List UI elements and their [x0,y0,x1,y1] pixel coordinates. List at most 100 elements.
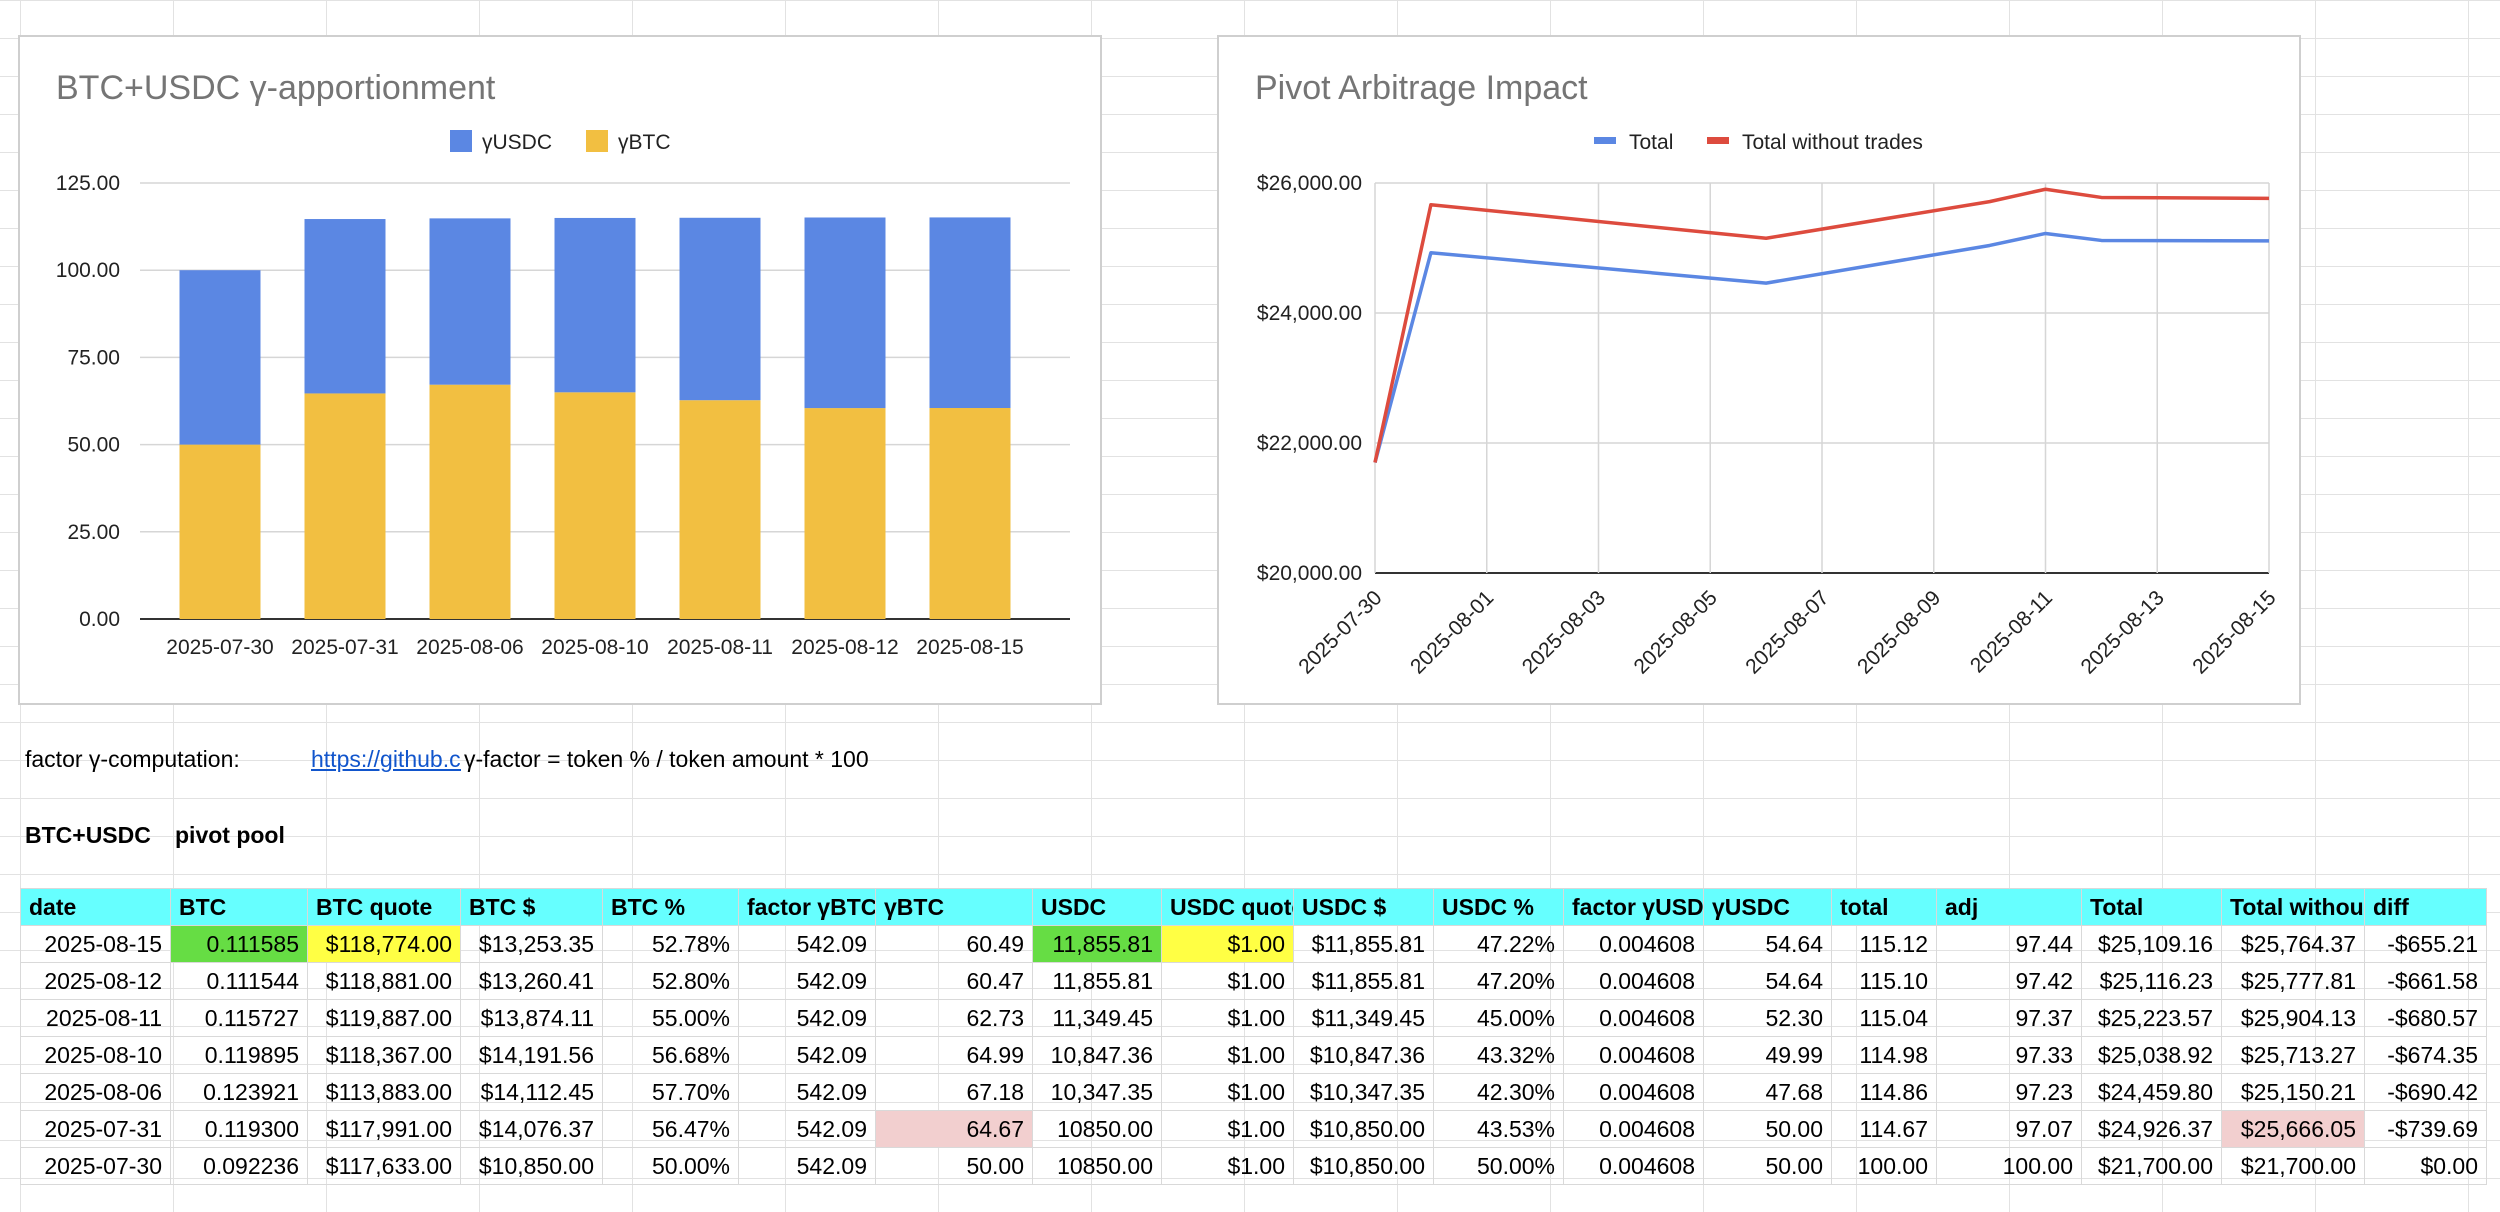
table-cell[interactable]: 542.09 [738,999,876,1037]
table-cell[interactable]: $10,347.35 [1293,1073,1434,1111]
column-header[interactable]: factor γBTC [738,888,876,926]
line-chart[interactable]: Pivot Arbitrage Impact Total Total witho… [1217,35,2301,705]
table-cell[interactable]: 50.00 [1703,1110,1832,1148]
table-cell[interactable]: $117,991.00 [307,1110,461,1148]
table-cell[interactable]: 2025-08-06 [20,1073,171,1111]
table-cell[interactable]: 0.004608 [1563,1073,1704,1111]
table-cell[interactable]: $25,777.81 [2221,962,2365,1000]
table-cell[interactable]: -$674.35 [2364,1036,2487,1074]
table-cell[interactable]: 56.68% [602,1036,739,1074]
table-cell[interactable]: 64.99 [875,1036,1033,1074]
bar-segment-gbtc[interactable] [804,408,886,619]
column-header[interactable]: γBTC [875,888,1033,926]
table-cell[interactable]: $25,666.05 [2221,1110,2365,1148]
column-header[interactable]: factor γUSDC [1563,888,1704,926]
table-cell[interactable]: 47.20% [1433,962,1564,1000]
table-cell[interactable]: $1.00 [1161,962,1294,1000]
column-header[interactable]: diff [2364,888,2487,926]
table-cell[interactable]: 0.111544 [170,962,308,1000]
table-cell[interactable]: 97.07 [1936,1110,2082,1148]
column-header[interactable]: total [1831,888,1937,926]
table-cell[interactable]: $25,109.16 [2081,925,2222,963]
table-cell[interactable]: 50.00 [875,1147,1033,1185]
table-cell[interactable]: $25,764.37 [2221,925,2365,963]
table-cell[interactable]: $117,633.00 [307,1147,461,1185]
column-header[interactable]: BTC $ [460,888,603,926]
table-cell[interactable]: 542.09 [738,1036,876,1074]
table-cell[interactable]: 10,847.36 [1032,1036,1162,1074]
column-header[interactable]: date [20,888,171,926]
table-cell[interactable]: 100.00 [1936,1147,2082,1185]
table-cell[interactable]: 0.004608 [1563,1036,1704,1074]
table-cell[interactable]: 55.00% [602,999,739,1037]
table-cell[interactable]: 52.80% [602,962,739,1000]
table-cell[interactable]: $25,038.92 [2081,1036,2222,1074]
table-cell[interactable]: $14,191.56 [460,1036,603,1074]
github-link[interactable]: https://github.com/ [311,742,461,776]
table-cell[interactable]: $11,855.81 [1293,925,1434,963]
bar-segment-gbtc[interactable] [179,444,261,619]
table-cell[interactable]: 114.67 [1831,1110,1937,1148]
column-header[interactable]: USDC quote [1161,888,1294,926]
bar-segment-gusdc[interactable] [929,217,1011,409]
table-cell[interactable]: 64.67 [875,1110,1033,1148]
table-cell[interactable]: 43.53% [1433,1110,1564,1148]
table-cell[interactable]: $13,253.35 [460,925,603,963]
table-cell[interactable]: 97.44 [1936,925,2082,963]
table-cell[interactable]: 2025-08-11 [20,999,171,1037]
table-cell[interactable]: -$661.58 [2364,962,2487,1000]
table-cell[interactable]: 67.18 [875,1073,1033,1111]
table-cell[interactable]: 2025-08-10 [20,1036,171,1074]
bar-segment-gusdc[interactable] [179,270,261,445]
table-cell[interactable]: -$680.57 [2364,999,2487,1037]
table-cell[interactable]: $13,260.41 [460,962,603,1000]
table-cell[interactable]: 54.64 [1703,925,1832,963]
table-cell[interactable]: 45.00% [1433,999,1564,1037]
bar-segment-gusdc[interactable] [429,218,511,385]
table-cell[interactable]: 542.09 [738,962,876,1000]
bar-segment-gbtc[interactable] [929,408,1011,619]
table-cell[interactable]: $25,904.13 [2221,999,2365,1037]
column-header[interactable]: BTC [170,888,308,926]
column-header[interactable]: USDC [1032,888,1162,926]
table-cell[interactable]: 542.09 [738,1147,876,1185]
table-cell[interactable]: $1.00 [1161,925,1294,963]
table-cell[interactable]: $11,855.81 [1293,962,1434,1000]
column-header[interactable]: BTC quote [307,888,461,926]
table-cell[interactable]: 49.99 [1703,1036,1832,1074]
column-header[interactable]: adj [1936,888,2082,926]
table-cell[interactable]: 0.004608 [1563,1110,1704,1148]
table-cell[interactable]: $14,076.37 [460,1110,603,1148]
table-cell[interactable]: 0.115727 [170,999,308,1037]
table-cell[interactable]: 0.004608 [1563,1147,1704,1185]
table-cell[interactable]: 60.49 [875,925,1033,963]
table-cell[interactable]: 97.23 [1936,1073,2082,1111]
table-cell[interactable]: 114.86 [1831,1073,1937,1111]
table-cell[interactable]: $11,349.45 [1293,999,1434,1037]
column-header[interactable]: Total without trades [2221,888,2365,926]
table-cell[interactable]: 115.04 [1831,999,1937,1037]
table-cell[interactable]: 114.98 [1831,1036,1937,1074]
table-cell[interactable]: 97.42 [1936,962,2082,1000]
table-cell[interactable]: 50.00% [1433,1147,1564,1185]
table-cell[interactable]: $1.00 [1161,1147,1294,1185]
table-cell[interactable]: 11,855.81 [1032,962,1162,1000]
table-cell[interactable]: $10,850.00 [1293,1147,1434,1185]
table-cell[interactable]: 47.68 [1703,1073,1832,1111]
table-cell[interactable]: $24,459.80 [2081,1073,2222,1111]
table-cell[interactable]: 0.123921 [170,1073,308,1111]
table-cell[interactable]: 115.12 [1831,925,1937,963]
table-cell[interactable]: $13,874.11 [460,999,603,1037]
table-cell[interactable]: 10,347.35 [1032,1073,1162,1111]
bar-segment-gbtc[interactable] [679,400,761,619]
table-cell[interactable]: 97.33 [1936,1036,2082,1074]
table-cell[interactable]: 100.00 [1831,1147,1937,1185]
table-cell[interactable]: 62.73 [875,999,1033,1037]
table-cell[interactable]: 52.78% [602,925,739,963]
table-cell[interactable]: 60.47 [875,962,1033,1000]
table-cell[interactable]: $1.00 [1161,1036,1294,1074]
table-cell[interactable]: 50.00% [602,1147,739,1185]
table-cell[interactable]: 2025-07-30 [20,1147,171,1185]
table-cell[interactable]: 542.09 [738,1073,876,1111]
table-cell[interactable]: 47.22% [1433,925,1564,963]
